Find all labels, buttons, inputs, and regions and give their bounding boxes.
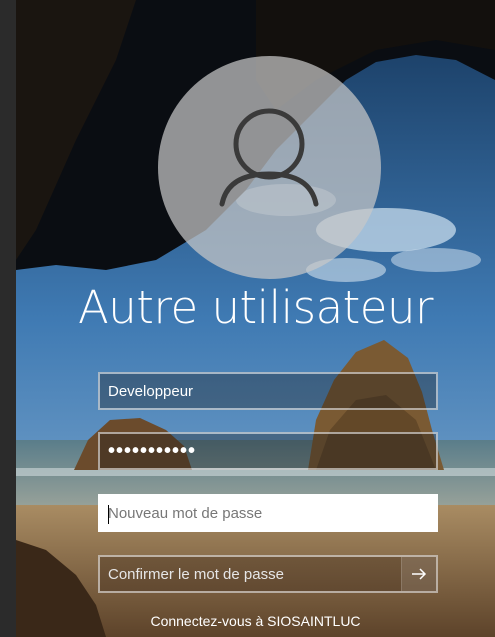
- user-silhouette-icon: [219, 108, 319, 207]
- submit-button[interactable]: [401, 557, 436, 591]
- sign-in-domain-text: Connectez-vous à SIOSAINTLUC: [150, 613, 361, 629]
- lock-screen: Autre utilisateur Developpeur ••••••••••…: [16, 0, 495, 637]
- username-value: Developpeur: [108, 383, 194, 400]
- text-caret: [108, 505, 109, 524]
- user-avatar: [158, 56, 381, 279]
- new-password-input[interactable]: [100, 496, 436, 530]
- confirm-password-input[interactable]: [100, 557, 400, 591]
- arrow-right-icon: [412, 568, 427, 580]
- user-title: Autre utilisateur: [78, 281, 434, 334]
- password-mask: •••••••••••: [108, 440, 197, 462]
- old-password-field[interactable]: •••••••••••: [98, 432, 438, 470]
- username-field[interactable]: Developpeur: [98, 372, 438, 410]
- new-password-field-wrapper: [98, 494, 438, 532]
- confirm-password-field-wrapper: [98, 555, 438, 593]
